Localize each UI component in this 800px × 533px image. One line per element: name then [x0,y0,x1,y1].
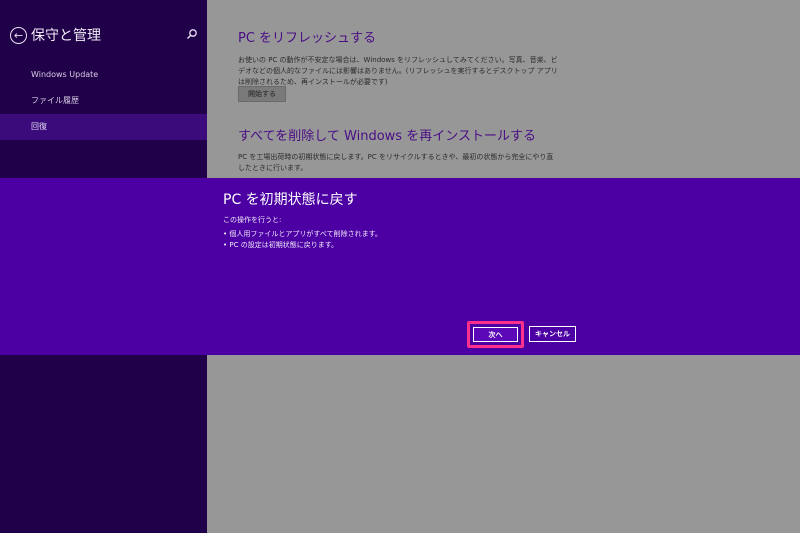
sidebar-item-recovery[interactable]: 回復 [0,114,207,140]
refresh-start-button[interactable]: 開始する [238,86,286,102]
sidebar-item-label: ファイル履歴 [31,96,79,105]
sidebar-item-windows-update[interactable]: Windows Update [0,62,207,88]
reset-description: PC を工場出荷時の初期状態に戻します。PC をリサイクルするときや、最初の状態… [238,153,554,172]
search-icon[interactable] [186,28,198,40]
cancel-button[interactable]: キャンセル [529,326,576,342]
next-button-highlight: 次へ [467,321,524,348]
sidebar-item-file-history[interactable]: ファイル履歴 [0,88,207,114]
next-button[interactable]: 次へ [473,327,518,342]
reset-pc-dialog: PC を初期状態に戻す この操作を行うと: 個人用ファイルとアプリがすべて削除さ… [0,178,800,355]
sidebar-item-label: Windows Update [31,70,99,79]
sidebar-item-label: 回復 [31,122,47,131]
reset-title: すべてを削除して Windows を再インストールする [238,129,536,144]
dialog-intro: この操作を行うと: [223,216,282,224]
list-item: 個人用ファイルとアプリがすべて削除されます。 [223,229,382,240]
list-item: PC の設定は初期状態に戻ります。 [223,240,382,251]
dialog-title: PC を初期状態に戻す [223,192,358,208]
dialog-list: 個人用ファイルとアプリがすべて削除されます。 PC の設定は初期状態に戻ります。 [223,229,382,251]
sidebar-title: 保守と管理 [31,28,101,44]
back-arrow-icon[interactable]: ← [10,27,27,44]
refresh-title: PC をリフレッシュする [238,31,377,46]
refresh-description: お使いの PC の動作が不安定な場合は、Windows をリフレッシュしてみてく… [238,56,558,86]
sidebar-header: ← 保守と管理 [0,22,207,52]
